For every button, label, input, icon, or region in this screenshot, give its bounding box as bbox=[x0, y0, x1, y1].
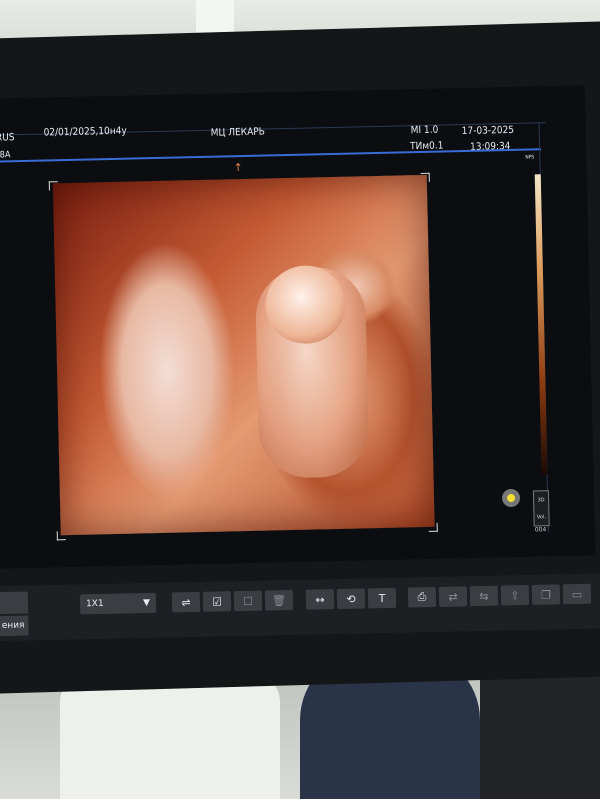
chevron-down-icon: ▼ bbox=[143, 597, 151, 609]
layout-select[interactable]: 1X1 ▼ bbox=[79, 592, 157, 615]
orientation-arrow-icon: ↑ bbox=[233, 161, 243, 175]
monitor-button[interactable]: ▭ bbox=[562, 583, 592, 605]
layout-value: 1X1 bbox=[85, 598, 104, 610]
copy-button[interactable]: ❐ bbox=[531, 584, 561, 605]
roi-corner-tr bbox=[420, 172, 430, 182]
rotate-icon: ⟲ bbox=[346, 592, 356, 606]
vol-line-2: Vol. bbox=[536, 513, 547, 520]
volume-tag: 3D Vol. bbox=[532, 490, 550, 527]
probe-label: D-RUS bbox=[0, 132, 15, 144]
scale-top-label: NPS bbox=[525, 154, 535, 161]
preset-label: V1-8A bbox=[0, 150, 11, 161]
adjust-icon: ⇌ bbox=[181, 595, 191, 609]
delete-button[interactable]: 🗑 bbox=[264, 589, 294, 611]
frame-button[interactable]: ☐ bbox=[233, 590, 263, 612]
measure-icon: ↔ bbox=[315, 592, 325, 606]
image-frame-line bbox=[0, 148, 542, 163]
upload-icon: ⇪ bbox=[510, 588, 520, 602]
gray-scale-bar bbox=[534, 174, 548, 475]
ultrasound-screen: D-RUS V1-8A 02/01/2025,10н4у МЦ ЛЕКАРЬ M… bbox=[0, 85, 596, 569]
printer-icon: ⎙ bbox=[417, 590, 427, 604]
monitor-arm bbox=[60, 672, 280, 799]
roi-corner-br bbox=[428, 522, 438, 532]
measure-button[interactable]: ↔ bbox=[305, 589, 335, 610]
mi-index: MI 1.0 bbox=[410, 124, 439, 137]
transfer-icon: ⇄ bbox=[448, 589, 458, 604]
frame-counter: 004 bbox=[534, 526, 547, 534]
trash-icon: 🗑 bbox=[271, 593, 287, 607]
transfer-button[interactable]: ⇄ bbox=[438, 586, 468, 607]
marker-dot-icon bbox=[506, 493, 516, 503]
select-button[interactable]: ☑ bbox=[202, 591, 232, 612]
text-icon: T bbox=[378, 591, 386, 605]
transfer2-button[interactable]: ⇆ bbox=[469, 585, 499, 607]
left-panel-label: ения bbox=[1, 620, 25, 632]
copy-icon: ❐ bbox=[540, 588, 552, 602]
roi-corner-bl bbox=[56, 531, 66, 541]
monitor-icon: ▭ bbox=[571, 587, 583, 601]
vol-line-1: 3D bbox=[537, 496, 545, 503]
text-button[interactable]: T bbox=[367, 587, 397, 609]
light-source-marker[interactable] bbox=[501, 488, 521, 508]
checkbox-icon: ☑ bbox=[211, 594, 223, 609]
roi-corner-tl bbox=[48, 181, 58, 191]
rotate-button[interactable]: ⟲ bbox=[336, 588, 366, 610]
transfer2-icon: ⇆ bbox=[479, 589, 489, 603]
square-icon: ☐ bbox=[242, 594, 254, 608]
upload-button[interactable]: ⇪ bbox=[500, 584, 530, 606]
adjust-button[interactable]: ⇌ bbox=[171, 591, 201, 613]
left-panel-tab[interactable]: ения bbox=[0, 615, 29, 637]
lmp-date: 02/01/2025,10н4у bbox=[43, 125, 127, 139]
print-button[interactable]: ⎙ bbox=[407, 586, 437, 608]
3d-ultrasound-image[interactable] bbox=[52, 174, 435, 536]
clinic-name: МЦ ЛЕКАРЬ bbox=[210, 126, 266, 139]
exam-date: 17-03-2025 bbox=[461, 124, 515, 138]
left-panel-button[interactable] bbox=[0, 591, 29, 615]
